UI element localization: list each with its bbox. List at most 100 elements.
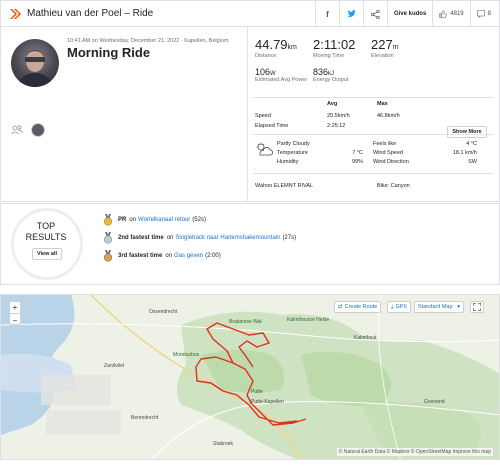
gpx-label: GPX	[395, 304, 408, 310]
bronze-medal-icon	[103, 250, 113, 262]
moving-time-value: 2:11:02	[313, 37, 356, 52]
power-label: Estimated Avg Power	[255, 77, 308, 83]
view-all-button[interactable]: View all	[32, 248, 62, 260]
zoom-in-button[interactable]: +	[10, 302, 20, 314]
segment-link[interactable]: Wortelkanaal retour	[138, 217, 190, 223]
map-place-label: Stabroek	[213, 441, 234, 447]
speed-max: 46.8km/h	[377, 113, 400, 119]
comment-count[interactable]: 8	[469, 1, 499, 27]
achievement-on: on	[129, 217, 137, 223]
gold-medal-icon	[103, 214, 113, 226]
energy-label: Energy Output	[313, 77, 349, 83]
create-route-button[interactable]: ⇄ Create Route	[334, 301, 382, 313]
achievement-row: 2nd fastest time on Singletrack naar Har…	[103, 232, 296, 244]
distance-label: Distance	[255, 53, 277, 59]
comment-icon	[476, 10, 485, 18]
wind-direction-value: SW	[468, 159, 477, 165]
wind-speed-label: Wind Speed	[373, 150, 403, 156]
stat-elevation: 227m Elevation	[371, 37, 429, 59]
bike-name: Bike: Canyon	[377, 183, 410, 189]
stat-energy: 836kJ Energy Output	[313, 67, 371, 84]
achievement-row: 3rd fastest time on Gas geven (2:00)	[103, 250, 221, 262]
distance-unit: km	[287, 44, 297, 51]
elevation-unit: m	[392, 44, 399, 51]
comment-count-value: 8	[487, 11, 491, 17]
route-icon: ⇄	[338, 304, 343, 310]
map-place-label: Gooreind	[424, 399, 445, 405]
map-zoom-control: + −	[9, 301, 21, 325]
distance-value: 44.79	[255, 37, 288, 52]
segment-link[interactable]: Gas geven	[174, 253, 203, 259]
map-place-label: Brabantse Wal	[229, 319, 262, 325]
download-icon: ⤓	[391, 303, 394, 310]
humidity-label: Humidity	[277, 159, 299, 165]
athlete-thumbnail[interactable]	[31, 123, 45, 137]
map-place-label: Ossendrecht	[149, 309, 178, 315]
activity-datetime: 10:41 AM on Wednesday, December 21, 2022…	[67, 38, 229, 44]
map-style-label: Standard Map	[418, 304, 453, 310]
elapsed-value: 2:25:12	[327, 123, 346, 129]
thumbs-up-icon	[439, 10, 448, 18]
elapsed-label: Elapsed Time	[255, 123, 289, 129]
achievement-on: on	[165, 253, 173, 259]
create-route-label: Create Route	[344, 304, 378, 310]
wind-direction-label: Wind Direction	[373, 159, 409, 165]
top-results-title-1: TOP	[36, 221, 56, 231]
top-results-title-2: RESULTS	[25, 232, 67, 242]
route-map[interactable]: + − ⇄ Create Route ⤓ GPX Standard Map ▾ Oss…	[0, 294, 500, 460]
speed-label: Speed	[255, 113, 271, 119]
map-attribution[interactable]: © Natural Earth Data © Mapbox © OpenStre…	[336, 448, 493, 456]
fullscreen-icon	[473, 303, 481, 311]
strava-chevron-icon	[9, 8, 21, 20]
achievement-rank: PR	[118, 217, 127, 223]
athlete-avatar[interactable]	[11, 39, 59, 87]
feels-like-label: Feels like	[373, 141, 397, 147]
facebook-share-button[interactable]: f	[314, 1, 339, 27]
map-place-label: Berendrecht	[131, 415, 159, 421]
feels-like-value: 4 °C	[466, 141, 477, 147]
temperature-value: 7 °C	[352, 150, 363, 156]
weather-condition: Partly Cloudy	[277, 141, 310, 147]
energy-value: 836	[313, 67, 329, 77]
top-results-section: TOP RESULTS View all PR on Wortelkanaal …	[0, 203, 500, 285]
top-results-ring	[11, 208, 83, 280]
map-place-label: Moretusbos	[173, 352, 200, 358]
gpx-download-button[interactable]: ⤓ GPX	[387, 301, 412, 313]
partly-cloudy-icon	[255, 142, 273, 158]
twitter-share-button[interactable]	[338, 1, 363, 27]
kudos-count-value: 4819	[450, 11, 464, 17]
give-kudos-button[interactable]: Give kudos	[386, 1, 432, 27]
share-icon	[370, 9, 380, 19]
achievement-time: (27s)	[282, 235, 297, 241]
divider	[247, 27, 248, 202]
achievement-on: on	[166, 235, 174, 241]
divider	[253, 97, 493, 98]
chevron-down-icon: ▾	[457, 304, 460, 310]
share-button[interactable]	[362, 1, 387, 27]
map-place-label: Kalmthout	[354, 335, 377, 341]
fullscreen-button[interactable]	[470, 301, 484, 313]
achievement-row: PR on Wortelkanaal retour (52s)	[103, 214, 206, 226]
map-place-label: Kalmthoutse Heide	[287, 317, 330, 323]
silver-medal-icon	[103, 232, 113, 244]
group-icon[interactable]	[11, 125, 23, 135]
twitter-icon	[346, 10, 356, 17]
segment-link[interactable]: Singletrack naar Harlemshakemountain	[175, 235, 280, 241]
achievement-time: (2:00)	[205, 253, 221, 259]
map-style-select[interactable]: Standard Map ▾	[414, 301, 464, 313]
zoom-out-button[interactable]: −	[10, 314, 20, 326]
facebook-icon: f	[326, 9, 329, 19]
show-more-button[interactable]: Show More	[447, 126, 487, 138]
avg-header: Avg	[327, 101, 338, 107]
divider	[253, 134, 493, 135]
stat-moving-time: 2:11:02 Moving Time	[313, 37, 371, 59]
achievement-rank: 2nd fastest time	[118, 235, 164, 241]
power-value: 106	[255, 67, 271, 77]
page-title: Mathieu van der Poel – Ride	[27, 8, 154, 19]
device-name: Wahoo ELEMNT RIVAL	[255, 183, 313, 189]
wind-speed-value: 18.1 km/h	[452, 150, 477, 156]
achievement-rank: 3rd fastest time	[118, 253, 163, 259]
elevation-value: 227	[371, 37, 393, 52]
kudos-count[interactable]: 4819	[432, 1, 469, 27]
activity-summary: 10:41 AM on Wednesday, December 21, 2022…	[0, 27, 500, 202]
